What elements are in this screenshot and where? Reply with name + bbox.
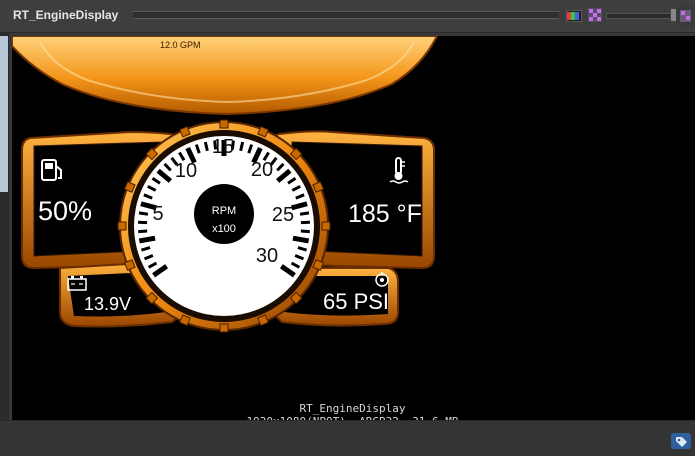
dial-tick — [241, 142, 243, 151]
color-channels-button[interactable] — [566, 10, 582, 22]
panel-options-icon[interactable] — [676, 6, 695, 26]
dial-tick — [139, 238, 155, 241]
rim-bolt — [118, 222, 126, 230]
engine-display-graphic: 12.0 GPM 5 10 15 20 25 30 RPM x100 — [12, 36, 695, 420]
alpha-checker-icon[interactable] — [588, 8, 602, 22]
tag-icon[interactable] — [671, 433, 691, 449]
flow-readout: 12.0 GPM — [160, 40, 201, 50]
dial-number-20: 20 — [251, 159, 273, 181]
exposure-slider[interactable] — [606, 13, 672, 19]
window-title-bar: RT_EngineDisplay — [0, 0, 695, 33]
dial-number-5: 5 — [152, 203, 163, 225]
rim-bolt — [220, 324, 228, 332]
dial-tick — [300, 213, 309, 214]
rpm-unit: x100 — [212, 223, 236, 235]
oil-pressure-value: 65 PSI — [323, 289, 389, 314]
rpm-label: RPM — [212, 205, 236, 217]
left-panel-selection — [0, 36, 8, 192]
voltage-value: 13.9V — [84, 294, 131, 314]
temperature-value: 185 °F — [348, 200, 422, 228]
dial-number-30: 30 — [256, 245, 278, 267]
fuel-value: 50% — [38, 196, 92, 226]
title-drag-handle[interactable] — [133, 11, 559, 19]
rim-bolt — [322, 222, 330, 230]
render-texture-preview[interactable]: 12.0 GPM 5 10 15 20 25 30 RPM x100 — [12, 36, 695, 420]
rim-bolt — [220, 120, 228, 128]
dial-tick — [293, 238, 309, 241]
window-title: RT_EngineDisplay — [13, 8, 118, 22]
dial-number-10: 10 — [175, 160, 197, 182]
dial-tick — [301, 231, 310, 232]
dial-tick — [138, 231, 147, 232]
dial-tick — [205, 142, 207, 151]
dial-number-15: 15 — [212, 136, 234, 158]
texture-name: RT_EngineDisplay — [0, 402, 695, 415]
preview-footer — [0, 420, 695, 456]
dial-number-25: 25 — [272, 204, 294, 226]
dial-tick — [139, 213, 148, 214]
